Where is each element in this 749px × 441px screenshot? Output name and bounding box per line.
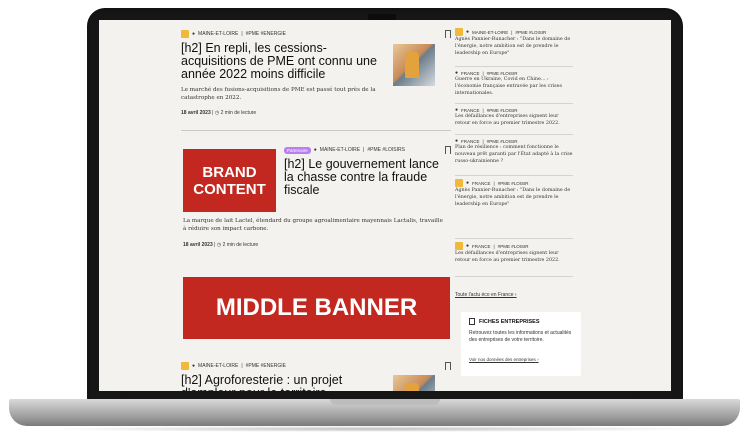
article-title[interactable]: [h2] Agroforesterie : un projet d'ampleu… [181,374,385,392]
article-location[interactable]: MAINE-ET-LOIRE [198,31,238,37]
sidebar-tags[interactable]: #PME #LOISIR [515,30,546,35]
sidebar-tags[interactable]: #PME #LOISIR [498,181,529,186]
article-date-line: 18 avril 2023 | ◷ 2 min de lecture [183,242,259,248]
bookmark-icon[interactable] [445,146,451,154]
article-title[interactable]: [h2] En repli, les cessions-acquisitions… [181,42,385,81]
article-date: 18 avril 2023 [183,242,213,248]
location-pin-icon: ● [313,147,317,153]
company-data-link-label: Voir nos données des entreprises [469,357,536,362]
sidebar-item[interactable]: ● MAINE-ET-LOIRE | #PME #LOISIR Agnès Pa… [455,28,573,57]
company-data-link[interactable]: Voir nos données des entreprises › [469,357,539,362]
chevron-right-icon: › [537,357,539,362]
article-date: 18 avril 2023 [181,110,211,116]
location-pin-icon: ● [192,363,196,369]
article-card[interactable]: ● MAINE-ET-LOIRE | #PME #ENERGIE [h2] Ag… [181,362,451,391]
partner-badge: Partenaire [284,146,311,154]
sidebar-item-meta: ● FRANCE | #PME #LOISIR [455,179,573,187]
sidebar-location[interactable]: FRANCE [461,108,480,113]
sidebar-item-text[interactable]: Les défaillances d'entreprises signent l… [455,250,573,264]
sidebar-location[interactable]: FRANCE [461,139,480,144]
article-meta: Partenaire ● MAINE-ET-LOIRE | #PME #LOIS… [284,146,451,154]
sidebar-tags[interactable]: #PME #LOISIR [498,244,529,249]
article-title[interactable]: [h2] Le gouvernement lance la chasse con… [284,158,449,197]
sidebar-item[interactable]: ● FRANCE | #PME #LOISIR Les défaillances… [455,242,573,264]
sidebar-item[interactable]: ● FRANCE | #PME #LOISIR Guerre en Ukrain… [455,70,573,97]
article-thumbnail[interactable] [393,44,435,86]
sidebar-tags[interactable]: #PME #LOISIR [487,71,518,76]
all-news-link-label: Toute l'actu éco en France [455,292,514,298]
location-pin-icon: ● [466,180,470,186]
sidebar-item-text[interactable]: Guerre en Ukraine, Covid en Chine... : l… [455,76,573,97]
sidebar-news: ● MAINE-ET-LOIRE | #PME #LOISIR Agnès Pa… [455,20,585,391]
article-date-line: 18 avril 2023 | ◷ 2 min de lecture [181,110,257,116]
screen: ● MAINE-ET-LOIRE | #PME #ENERGIE [h2] En… [99,20,671,391]
middle-banner[interactable]: MIDDLE BANNER [183,277,450,339]
card-heading-label: FICHES ENTREPRISES [479,318,540,325]
article-list: ● MAINE-ET-LOIRE | #PME #ENERGIE [h2] En… [99,20,451,391]
sidebar-item[interactable]: ● FRANCE | #PME #LOISIR Agnès Pannier-Ru… [455,179,573,208]
divider [455,134,573,135]
sidebar-tags[interactable]: #PME #LOISIR [487,139,518,144]
read-time: 2 min de lecture [220,110,257,116]
middle-banner-label: MIDDLE BANNER [215,294,418,321]
location-pin-icon: ● [192,31,196,37]
sidebar-item-text[interactable]: Les défaillances d'entreprises signent l… [455,113,573,127]
logo-badge-icon [455,242,463,250]
divider [455,276,573,277]
laptop-groove [330,399,440,405]
sidebar-item-text[interactable]: Plan de résilience : comment fonctionne … [455,144,573,165]
card-heading: FICHES ENTREPRISES [469,318,540,325]
article-location[interactable]: MAINE-ET-LOIRE [320,147,360,153]
divider [455,66,573,67]
bookmark-icon[interactable] [445,30,451,38]
divider [455,103,573,104]
read-time: 2 min de lecture [222,242,259,248]
card-text: Retrouvez toutes les informations et act… [469,330,572,343]
sidebar-item-meta: ● MAINE-ET-LOIRE | #PME #LOISIR [455,28,573,36]
sidebar-location[interactable]: MAINE-ET-LOIRE [472,30,508,35]
divider [181,130,451,131]
document-icon [469,318,475,325]
sidebar-item-meta: ● FRANCE | #PME #LOISIR [455,242,573,250]
logo-badge-icon [455,28,463,36]
divider [455,175,573,176]
sidebar-location[interactable]: FRANCE [461,71,480,76]
clock-icon: ◷ [214,110,220,116]
laptop-shadow [40,426,710,432]
logo-badge-icon [181,30,189,38]
article-description: La marque de lait Lactel, étendard du gr… [183,218,443,232]
article-tags[interactable]: #PME #ENERGIE [246,363,286,369]
article-card[interactable]: Partenaire ● MAINE-ET-LOIRE | #PME #LOIS… [284,146,451,197]
sidebar-tags[interactable]: #PME #LOISIR [487,108,518,113]
location-pin-icon: ● [466,29,470,35]
article-card[interactable]: ● MAINE-ET-LOIRE | #PME #ENERGIE [h2] En… [181,30,451,116]
logo-badge-icon [181,362,189,370]
sidebar-location[interactable]: FRANCE [472,244,491,249]
company-card: FICHES ENTREPRISES Retrouvez toutes les … [461,312,581,376]
brand-content-label: BRAND CONTENT [193,163,266,198]
logo-badge-icon [455,179,463,187]
bookmark-icon[interactable] [445,362,451,370]
divider [455,238,573,239]
all-news-link[interactable]: Toute l'actu éco en France › [455,292,517,298]
article-location[interactable]: MAINE-ET-LOIRE [198,363,238,369]
sidebar-item-text[interactable]: Agnès Pannier-Runacher : "Dans le domain… [455,187,573,208]
sidebar-item[interactable]: ● FRANCE | #PME #LOISIR Plan de résilien… [455,138,573,165]
sidebar-item[interactable]: ● FRANCE | #PME #LOISIR Les défaillances… [455,107,573,127]
location-pin-icon: ● [466,243,470,249]
article-thumbnail[interactable] [393,375,435,391]
article-meta: ● MAINE-ET-LOIRE | #PME #ENERGIE [181,362,451,370]
article-meta: ● MAINE-ET-LOIRE | #PME #ENERGIE [181,30,451,38]
sidebar-location[interactable]: FRANCE [472,181,491,186]
chevron-right-icon: › [514,292,517,298]
article-tags[interactable]: #PME #ENERGIE [246,31,286,37]
brand-content-image[interactable]: BRAND CONTENT [183,149,276,212]
article-tags[interactable]: #PME #LOISIRS [367,147,405,153]
sidebar-item-text[interactable]: Agnès Pannier-Runacher : "Dans le domain… [455,36,573,57]
clock-icon: ◷ [216,242,222,248]
article-description: Le marché des fusions-acquisitions de PM… [181,87,376,101]
